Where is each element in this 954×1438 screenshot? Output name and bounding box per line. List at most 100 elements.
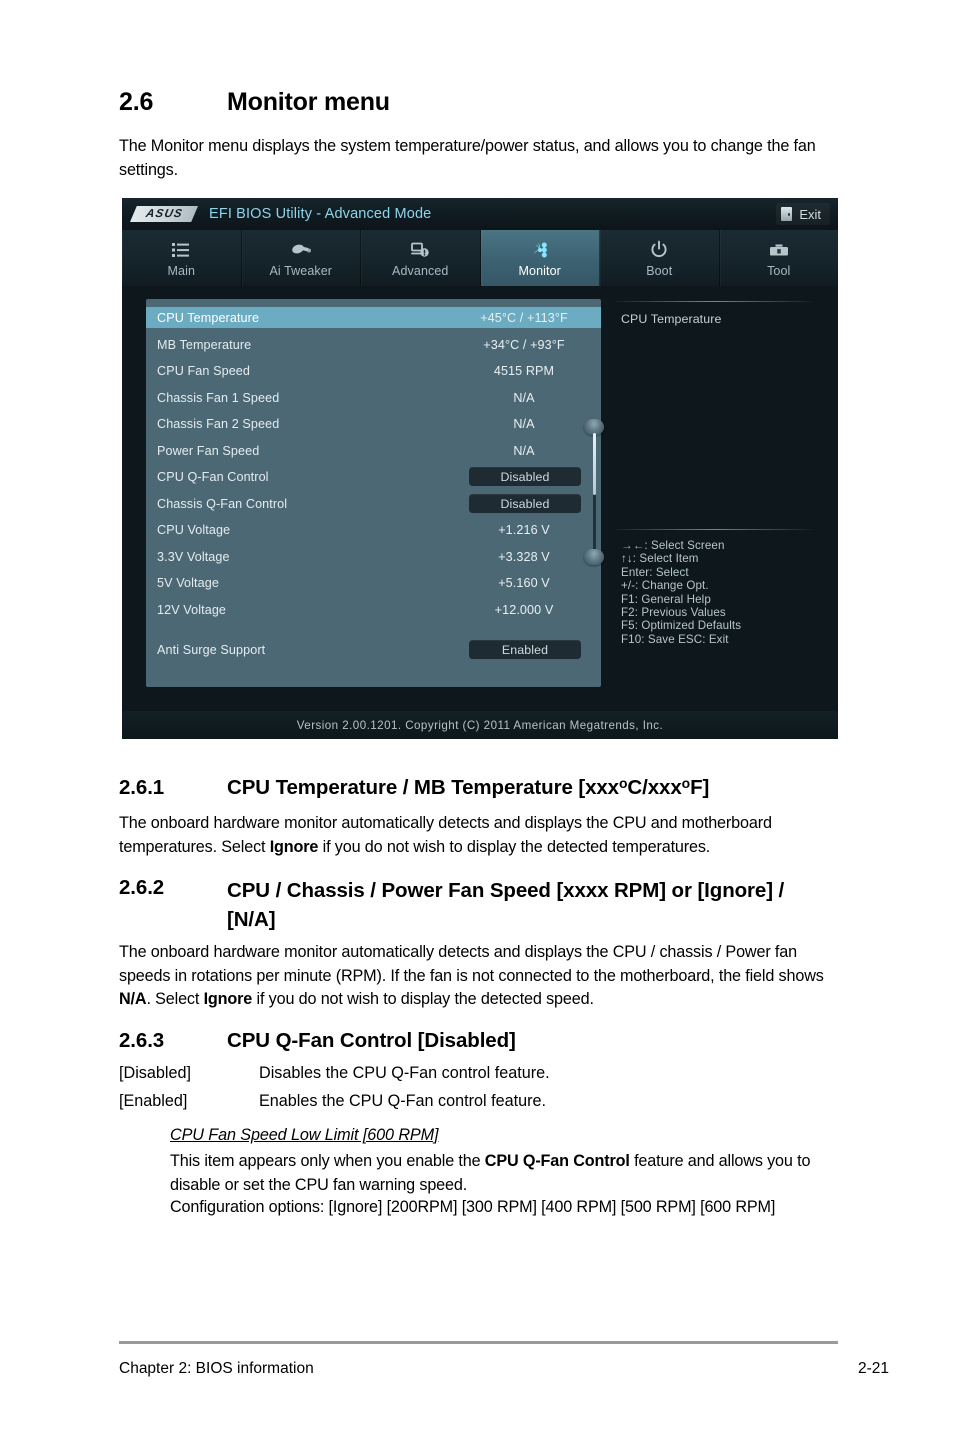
list-item[interactable]: 5V Voltage +5.160 V: [146, 572, 601, 593]
tab-monitor[interactable]: Monitor: [480, 230, 600, 286]
list-item[interactable]: CPU Temperature +45°C / +113°F: [146, 307, 601, 328]
shortcut-enter-select: Enter: Select: [621, 565, 689, 579]
item-label: 5V Voltage: [157, 575, 219, 590]
chassis-q-fan-control-option[interactable]: Disabled: [469, 494, 581, 513]
tab-boot-label: Boot: [646, 263, 673, 278]
p261-bold: Ignore: [269, 837, 319, 856]
item-value: N/A: [513, 390, 535, 405]
list-scrollbar[interactable]: [584, 419, 604, 565]
scrollbar-thumb[interactable]: [592, 433, 596, 495]
shortcut-change-opt: +/-: Change Opt.: [621, 579, 709, 593]
monitor-fan-icon: [529, 239, 551, 261]
shortcut-select-item: ↑↓: Select Item: [621, 552, 699, 566]
list-item[interactable]: CPU Voltage +1.216 V: [146, 519, 601, 540]
option-row-disabled: [Disabled] Disables the CPU Q-Fan contro…: [119, 1062, 833, 1086]
scroll-down-button[interactable]: [584, 549, 604, 565]
heading-2-6-1-pre: CPU Temperature / MB Temperature [xxx: [227, 776, 619, 799]
list-item[interactable]: 12V Voltage +12.000 V: [146, 599, 601, 620]
heading-2-6-1-mid: C/xxx: [627, 776, 682, 799]
item-label: MB Temperature: [157, 337, 252, 352]
shortcut-previous-values: F2: Previous Values: [621, 606, 726, 620]
option-desc-enabled: Enables the CPU Q-Fan control feature.: [259, 1092, 547, 1110]
list-item[interactable]: Chassis Fan 2 Speed N/A: [146, 413, 601, 434]
note-heading-cpu-fan-low-limit: CPU Fan Speed Low Limit [600 RPM]: [170, 1126, 439, 1144]
p262-part1: The onboard hardware monitor automatical…: [119, 943, 824, 985]
heading-2-6-3-number: 2.6.3: [119, 1029, 165, 1052]
asus-logo-icon: ASUS: [130, 206, 198, 222]
tab-ai-tweaker-label: Ai Tweaker: [269, 263, 333, 278]
heading-2-6-1-number: 2.6.1: [119, 776, 165, 799]
note-config-options: Configuration options: [Ignore] [200RPM]…: [170, 1198, 776, 1216]
p262-part2: . Select: [146, 990, 204, 1008]
option-desc-disabled: Disables the CPU Q-Fan control feature.: [259, 1064, 550, 1082]
option-row-enabled: [Enabled] Enables the CPU Q-Fan control …: [119, 1090, 833, 1114]
p262-bold2: Ignore: [203, 990, 253, 1008]
item-value: Disabled: [500, 469, 550, 484]
footer-divider: [119, 1341, 838, 1344]
paragraph-2-6-2: The onboard hardware monitor automatical…: [119, 941, 837, 1012]
tab-monitor-label: Monitor: [518, 263, 561, 278]
footer-chapter: Chapter 2: BIOS information: [119, 1360, 314, 1377]
p262-part3: if you do not wish to display the detect…: [252, 990, 594, 1008]
p261-part2: if you do not wish to display the detect…: [318, 837, 711, 856]
list-item[interactable]: CPU Q-Fan Control Disabled: [146, 466, 601, 487]
bios-version-bar: Version 2.00.1201. Copyright (C) 2011 Am…: [122, 711, 838, 739]
tab-main[interactable]: Main: [122, 230, 242, 286]
monitor-items-list: CPU Temperature +45°C / +113°F MB Temper…: [146, 299, 601, 687]
bios-tabbar: Main Ai Tweaker Advanced Monitor Boot To…: [122, 230, 838, 286]
anti-surge-support-option[interactable]: Enabled: [469, 640, 581, 659]
item-value: Enabled: [501, 642, 549, 657]
heading-2-6-2-title: CPU / Chassis / Power Fan Speed [xxxx RP…: [227, 879, 785, 931]
option-key-disabled: [Disabled]: [119, 1064, 191, 1082]
section-title: Monitor menu: [227, 88, 390, 116]
option-key-enabled: [Enabled]: [119, 1092, 188, 1110]
item-value: N/A: [513, 416, 535, 431]
section-number: 2.6: [119, 88, 154, 116]
heading-2-6-3-title: CPU Q-Fan Control [Disabled]: [227, 1029, 516, 1052]
tab-boot[interactable]: Boot: [600, 230, 720, 286]
list-item[interactable]: Chassis Q-Fan Control Disabled: [146, 493, 601, 514]
cpu-q-fan-control-option[interactable]: Disabled: [469, 467, 581, 486]
list-item[interactable]: 3.3V Voltage +3.328 V: [146, 546, 601, 567]
list-item[interactable]: Chassis Fan 1 Speed N/A: [146, 387, 601, 408]
exit-button-label: Exit: [799, 206, 821, 222]
page-title: 2.6 Monitor menu: [119, 88, 390, 117]
tab-main-label: Main: [167, 263, 195, 278]
bios-utility-title: EFI BIOS Utility - Advanced Mode: [209, 206, 432, 222]
tab-tool[interactable]: Tool: [720, 230, 839, 286]
exit-door-icon: [781, 207, 793, 221]
intro-paragraph: The Monitor menu displays the system tem…: [119, 137, 816, 179]
heading-2-6-2-number: 2.6.2: [119, 876, 165, 899]
help-panel: CPU Temperature →←: Select Screen ↑↓: Se…: [614, 299, 814, 687]
item-label: Chassis Fan 1 Speed: [157, 390, 280, 405]
bios-screenshot: ASUS EFI BIOS Utility - Advanced Mode Ex…: [122, 198, 838, 739]
tab-advanced-label: Advanced: [392, 263, 449, 278]
tab-advanced[interactable]: Advanced: [361, 230, 481, 286]
item-label: CPU Temperature: [157, 310, 260, 325]
list-item[interactable]: Anti Surge Support Enabled: [146, 639, 601, 660]
footer-page-number: 2-21: [858, 1360, 890, 1377]
tweaker-icon: [290, 239, 312, 261]
list-item[interactable]: CPU Fan Speed 4515 RPM: [146, 360, 601, 381]
list-icon: [171, 239, 191, 261]
exit-button[interactable]: Exit: [776, 203, 830, 225]
item-value: Disabled: [500, 496, 550, 511]
item-value: +3.328 V: [498, 549, 550, 564]
power-icon: [649, 239, 669, 261]
tab-tool-label: Tool: [767, 263, 791, 278]
list-item[interactable]: Power Fan Speed N/A: [146, 440, 601, 461]
tab-ai-tweaker[interactable]: Ai Tweaker: [242, 230, 361, 286]
help-divider-bottom: [616, 529, 812, 530]
heading-2-6-2: 2.6.2 CPU / Chassis / Power Fan Speed [x…: [119, 876, 835, 934]
note-part1: This item appears only when you enable t…: [170, 1152, 485, 1170]
toolbox-icon: [768, 239, 790, 261]
shortcut-select-screen: →←: Select Screen: [621, 539, 725, 552]
heading-2-6-3: 2.6.3 CPU Q-Fan Control [Disabled]: [119, 1029, 833, 1053]
item-value: +5.160 V: [498, 575, 550, 590]
heading-2-6-1-end: F]: [690, 776, 710, 799]
item-label: CPU Q-Fan Control: [157, 469, 269, 484]
item-label: 3.3V Voltage: [157, 549, 230, 564]
bios-titlebar: ASUS EFI BIOS Utility - Advanced Mode Ex…: [122, 198, 838, 230]
item-value: +1.216 V: [498, 522, 550, 537]
list-item[interactable]: MB Temperature +34°C / +93°F: [146, 334, 601, 355]
